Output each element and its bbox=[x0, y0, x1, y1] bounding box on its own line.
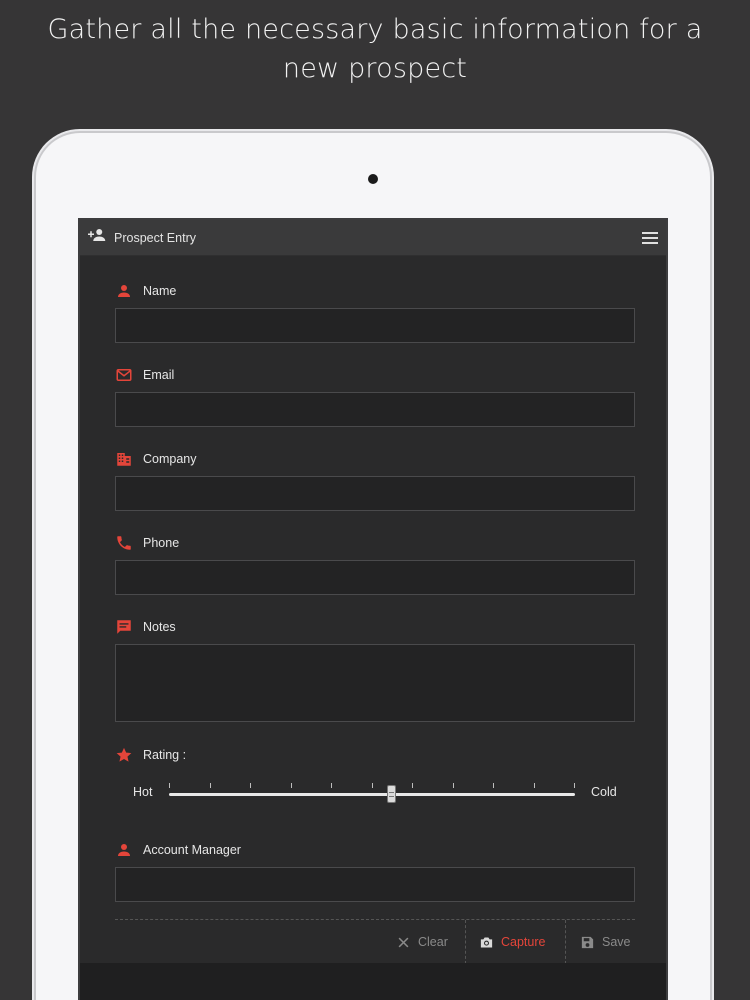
action-toolbar: Clear Capture Save bbox=[115, 919, 635, 964]
phone-input[interactable] bbox=[115, 560, 635, 595]
slider-tick bbox=[291, 783, 292, 788]
floppy-disk-icon bbox=[581, 936, 594, 948]
clear-button-label: Clear bbox=[418, 935, 448, 949]
rating-slider[interactable]: Hot Cold bbox=[115, 779, 637, 809]
notes-label: Notes bbox=[115, 618, 637, 636]
company-input[interactable] bbox=[115, 476, 635, 511]
close-icon bbox=[398, 937, 409, 947]
email-label: Email bbox=[115, 366, 637, 384]
phone-label-text: Phone bbox=[143, 536, 180, 550]
name-label-text: Name bbox=[143, 284, 177, 298]
person-icon bbox=[118, 285, 130, 297]
slider-tick bbox=[574, 783, 575, 788]
person-icon bbox=[118, 844, 130, 856]
save-button-label: Save bbox=[602, 935, 631, 949]
rating-label: Rating : bbox=[115, 746, 637, 764]
slider-tick bbox=[372, 783, 373, 788]
slider-tick bbox=[169, 783, 170, 788]
app-title: Prospect Entry bbox=[114, 230, 196, 245]
account-manager-input[interactable] bbox=[115, 867, 635, 902]
app-screen: Prospect Entry Name Email Company Phone … bbox=[78, 218, 668, 1000]
account-manager-label-text: Account Manager bbox=[143, 843, 241, 857]
slider-tick bbox=[331, 783, 332, 788]
account-manager-label: Account Manager bbox=[115, 841, 637, 859]
camera-icon bbox=[480, 937, 493, 947]
building-icon bbox=[117, 453, 131, 466]
name-label: Name bbox=[115, 282, 637, 300]
company-label-text: Company bbox=[143, 452, 197, 466]
slider-tick bbox=[412, 783, 413, 788]
slider-tick bbox=[453, 783, 454, 788]
capture-button-label: Capture bbox=[501, 935, 546, 949]
envelope-icon bbox=[116, 369, 132, 381]
toolbar-divider bbox=[565, 920, 566, 964]
slider-tick bbox=[493, 783, 494, 788]
footer-band bbox=[80, 963, 666, 1000]
slider-thumb[interactable] bbox=[387, 785, 396, 803]
app-bar: Prospect Entry bbox=[80, 220, 666, 256]
slider-tick bbox=[210, 783, 211, 788]
slider-tick bbox=[534, 783, 535, 788]
tablet-camera bbox=[368, 174, 378, 184]
name-input[interactable] bbox=[115, 308, 635, 343]
company-label: Company bbox=[115, 450, 637, 468]
slider-track[interactable] bbox=[169, 783, 575, 803]
email-label-text: Email bbox=[143, 368, 175, 382]
save-button[interactable]: Save bbox=[580, 920, 631, 964]
hamburger-menu-icon[interactable] bbox=[642, 231, 658, 244]
slider-tick bbox=[250, 783, 251, 788]
rating-label-text: Rating : bbox=[143, 748, 187, 762]
phone-label: Phone bbox=[115, 534, 637, 552]
slider-min-label: Hot bbox=[133, 785, 153, 799]
prospect-form: Name Email Company Phone Notes Rating: … bbox=[115, 256, 637, 902]
slider-max-label: Cold bbox=[591, 785, 617, 799]
message-icon bbox=[117, 620, 131, 634]
notes-textarea[interactable] bbox=[115, 644, 635, 722]
notes-label-text: Notes bbox=[143, 620, 176, 634]
capture-button[interactable]: Capture bbox=[479, 920, 545, 964]
star-icon bbox=[116, 747, 132, 762]
toolbar-divider bbox=[465, 920, 466, 964]
phone-icon bbox=[117, 536, 131, 550]
clear-button[interactable]: Clear bbox=[396, 920, 448, 964]
email-input[interactable] bbox=[115, 392, 635, 427]
add-user-icon bbox=[88, 228, 106, 247]
page-headline: Gather all the necessary basic informati… bbox=[47, 14, 703, 84]
